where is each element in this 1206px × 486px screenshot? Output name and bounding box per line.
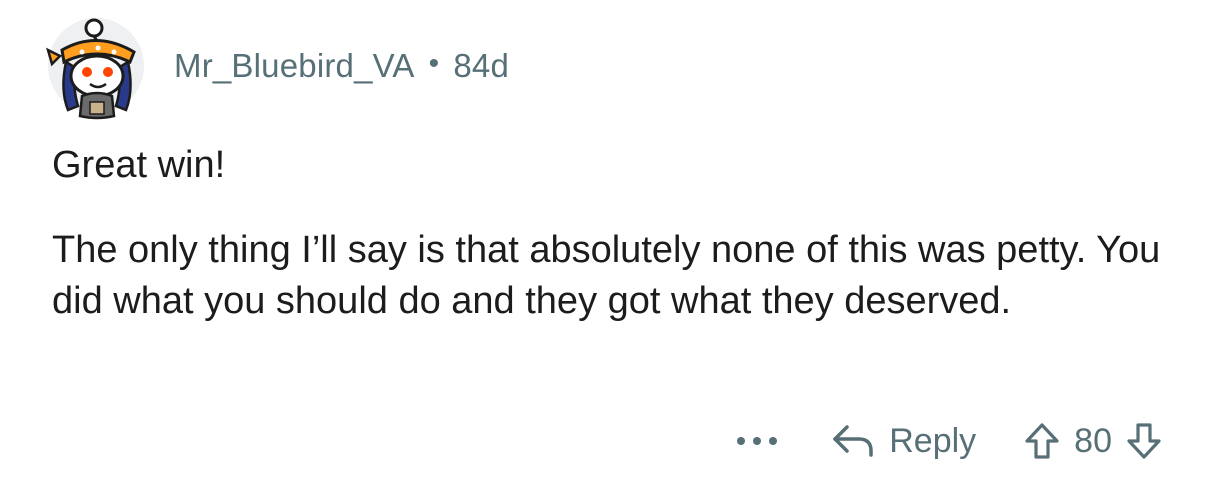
comment-paragraph: Great win! — [52, 144, 226, 186]
downvote-arrow-icon — [1127, 423, 1161, 459]
vote-controls: 80 — [1024, 422, 1162, 461]
avatar[interactable] — [46, 18, 144, 120]
more-options-button[interactable] — [735, 435, 779, 447]
ellipsis-icon — [737, 437, 778, 445]
reply-label: Reply — [889, 421, 977, 460]
comment-actions: Reply 80 — [735, 416, 1162, 466]
comment-header: Mr_Bluebird_VA • 84d — [46, 16, 509, 120]
upvote-button[interactable] — [1024, 422, 1060, 460]
upvote-arrow-icon — [1025, 423, 1059, 459]
avatar-image — [46, 18, 136, 120]
reply-button[interactable]: Reply — [831, 422, 976, 461]
vote-score: 80 — [1074, 421, 1112, 460]
downvote-button[interactable] — [1126, 422, 1162, 460]
meta-separator: • — [428, 47, 440, 80]
comment: Mr_Bluebird_VA • 84d Great win! The only… — [0, 0, 1206, 486]
comment-meta: Mr_Bluebird_VA • 84d — [174, 47, 509, 85]
comment-body: Great win! The only thing I’ll say is th… — [52, 140, 1162, 361]
reply-arrow-icon — [833, 425, 873, 457]
author-name[interactable]: Mr_Bluebird_VA — [174, 47, 415, 85]
comment-age: 84d — [453, 47, 510, 84]
comment-paragraph: The only thing I’ll say is that absolute… — [52, 229, 1161, 322]
